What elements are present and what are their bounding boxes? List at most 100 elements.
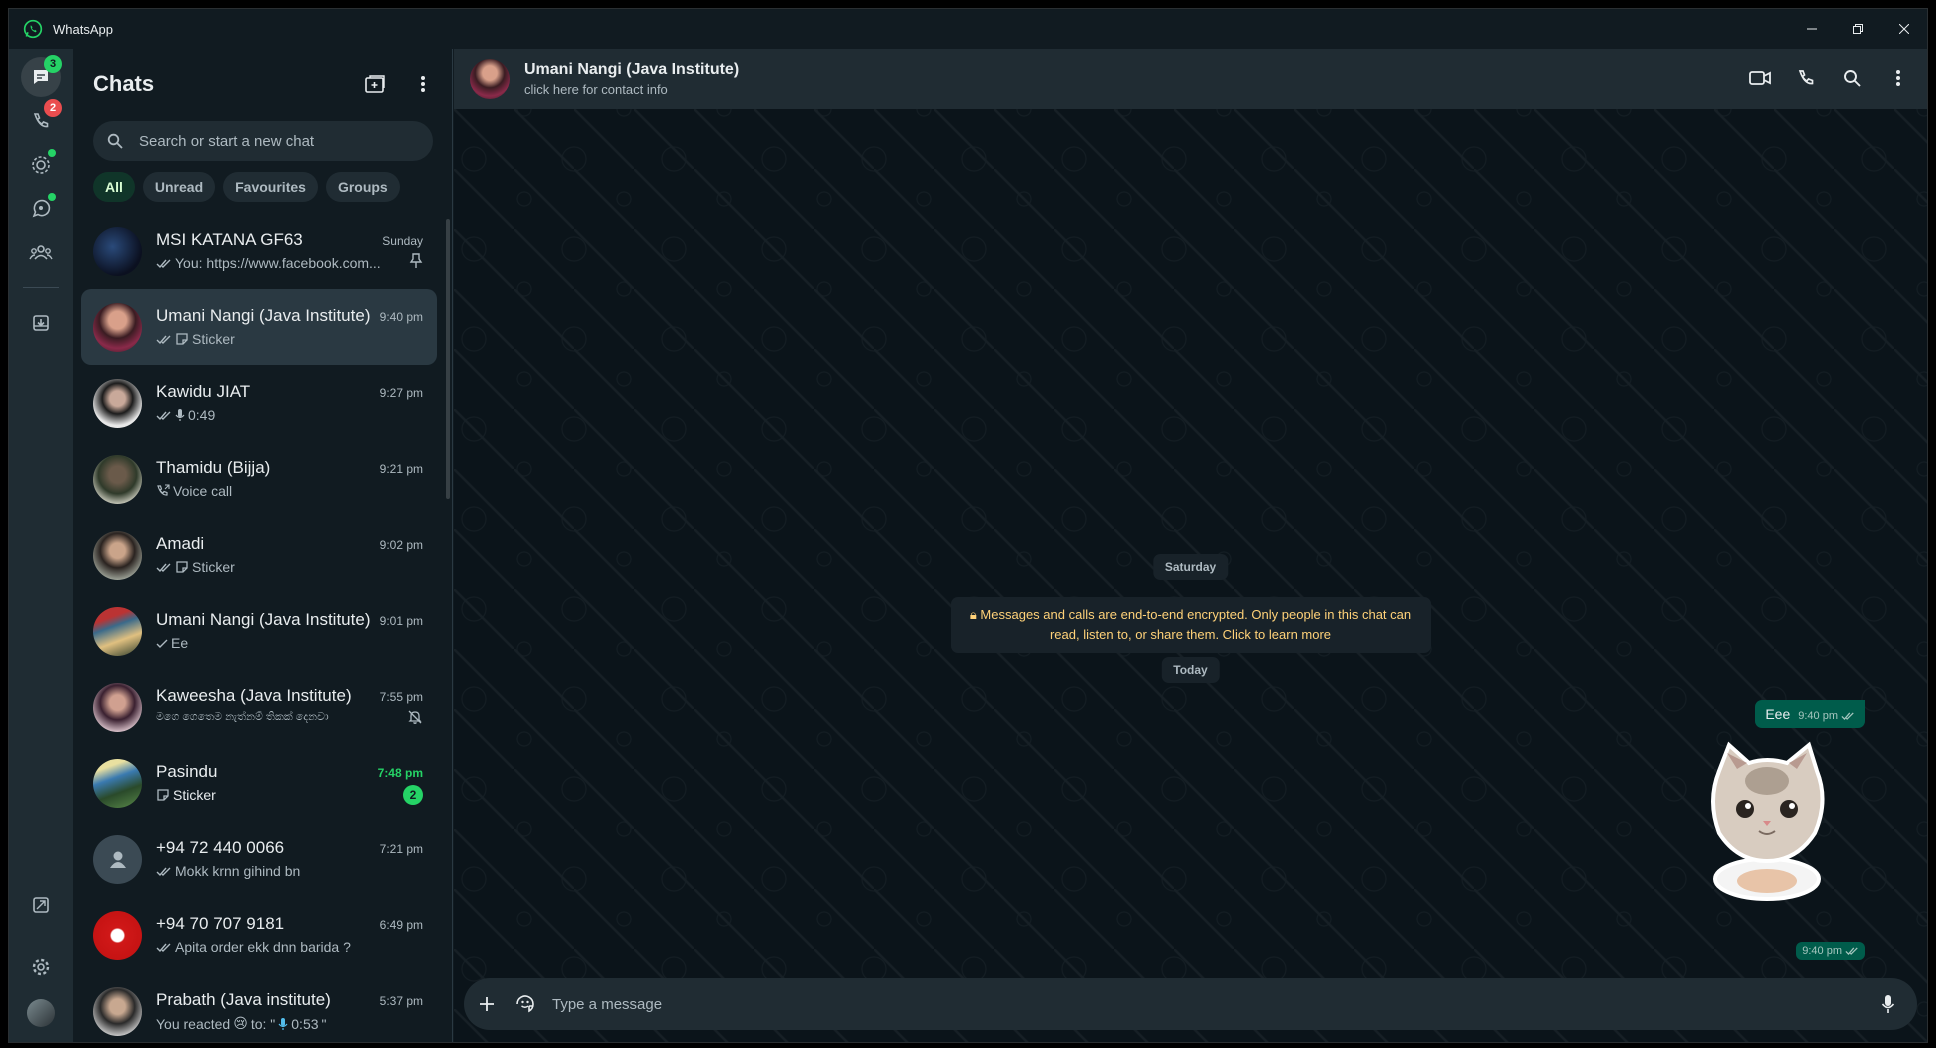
conversation-panel: Umani Nangi (Java Institute) click here …	[454, 49, 1927, 1042]
channels-dot	[48, 193, 56, 201]
cat-sticker-image[interactable]	[1697, 741, 1837, 901]
chat-preview-text: Voice call	[173, 483, 233, 499]
sticker-icon	[157, 789, 169, 801]
chat-name: Umani Nangi (Java Institute)	[156, 610, 371, 629]
outgoing-call-icon	[157, 484, 170, 496]
voice-call-button[interactable]	[1791, 63, 1821, 93]
chat-preview-text: Mokk krnn gihind bn	[175, 863, 301, 879]
chat-name: Prabath (Java institute)	[156, 990, 331, 1009]
chat-preview-text: You: https://www.facebook.com...	[175, 255, 381, 271]
minimize-button[interactable]	[1789, 9, 1835, 49]
double-tick-icon	[156, 259, 171, 268]
default-user-icon	[109, 851, 126, 868]
chat-name: +94 72 440 0066	[156, 838, 285, 857]
chats-badge: 3	[44, 55, 62, 73]
chat-row[interactable]: MSI KATANA GF63 Sunday You: https://www.…	[81, 213, 437, 289]
chat-name: Kaweesha (Java Institute)	[156, 686, 352, 705]
encryption-notice[interactable]: 🔒︎ Messages and calls are end-to-end enc…	[950, 597, 1431, 653]
rail-profile-button[interactable]	[21, 993, 61, 1033]
rail-archived-button[interactable]	[21, 303, 61, 343]
new-chat-button[interactable]	[360, 69, 390, 99]
message-input[interactable]	[552, 995, 1865, 1013]
filter-unread[interactable]: Unread	[142, 172, 216, 202]
chat-avatar	[93, 682, 142, 732]
rail-starred-button[interactable]	[21, 885, 61, 925]
sticker-timestamp: 9:40 pm	[1796, 942, 1865, 960]
chat-name: Thamidu (Bijja)	[156, 458, 271, 477]
navigation-rail: 3 2	[9, 49, 73, 1042]
filter-favourites[interactable]: Favourites	[223, 172, 318, 202]
communities-icon	[29, 245, 53, 260]
chat-name: Amadi	[156, 534, 205, 553]
search-messages-button[interactable]	[1837, 63, 1867, 93]
chat-avatar	[93, 910, 142, 960]
sticker-icon	[176, 561, 188, 573]
microphone-icon	[175, 409, 185, 421]
rail-chats-button[interactable]: 3	[21, 55, 62, 97]
double-tick-icon	[156, 943, 171, 952]
chat-time: 6:49 pm	[379, 918, 423, 932]
chat-row[interactable]: Prabath (Java institute) 5:37 pm You rea…	[81, 973, 437, 1042]
chat-time: 7:48 pm	[377, 766, 423, 780]
search-box	[93, 121, 433, 161]
video-call-button[interactable]	[1745, 63, 1775, 93]
chat-preview: මගෙ ගෙතෙම නැත්නම් තිකක් දෙනවා	[156, 711, 329, 724]
rail-status-button[interactable]	[21, 145, 61, 185]
rail-communities-button[interactable]	[21, 233, 61, 273]
muted-icon	[408, 710, 422, 724]
chat-row[interactable]: Umani Nangi (Java Institute) 9:40 pm Sti…	[81, 289, 437, 365]
rail-divider	[23, 287, 59, 288]
chat-row[interactable]: Umani Nangi (Java Institute) 9:01 pm Ee	[81, 593, 437, 669]
chat-row[interactable]: Amadi 9:02 pm Sticker	[81, 517, 437, 593]
chat-row[interactable]: Pasindu 7:48 pm Sticker 2	[81, 745, 437, 821]
filter-groups[interactable]: Groups	[325, 172, 400, 202]
rail-settings-button[interactable]	[21, 947, 61, 987]
chat-preview: Sticker	[156, 331, 235, 347]
conversation-header[interactable]: Umani Nangi (Java Institute) click here …	[454, 49, 1927, 109]
unread-count-badge: 2	[403, 785, 423, 805]
rail-channels-button[interactable]	[21, 189, 61, 229]
search-input[interactable]	[139, 132, 419, 150]
contact-info-hint: click here for contact info	[524, 82, 668, 97]
chat-name: +94 70 707 9181	[156, 914, 285, 933]
chat-list-scrollbar[interactable]	[446, 219, 450, 499]
outgoing-message[interactable]: Eee 9:40 pm	[1755, 700, 1865, 728]
close-window-button[interactable]	[1881, 9, 1927, 49]
chat-preview: Ee	[156, 635, 188, 651]
chat-preview-suffix: "	[321, 1015, 327, 1032]
chat-row[interactable]: +94 72 440 0066 7:21 pm Mokk krnn gihind…	[81, 821, 437, 897]
chat-row[interactable]: Kaweesha (Java Institute) 7:55 pm මගෙ ගෙ…	[81, 669, 437, 745]
profile-avatar	[27, 999, 55, 1027]
chat-row[interactable]: Kawidu JIAT 9:27 pm 0:49	[81, 365, 437, 441]
search-icon	[1844, 70, 1861, 87]
chat-preview: Sticker	[156, 787, 216, 803]
plus-icon	[480, 997, 494, 1011]
chat-preview-text: Ee	[171, 635, 189, 651]
double-tick-icon	[156, 563, 171, 572]
chat-row[interactable]: +94 70 707 9181 6:49 pm Apita order ekk …	[81, 897, 437, 973]
settings-icon	[32, 958, 50, 976]
chat-name: MSI KATANA GF63	[156, 230, 303, 249]
attach-button[interactable]	[472, 989, 502, 1019]
sticker-icon	[176, 333, 188, 345]
rail-calls-button[interactable]: 2	[21, 99, 62, 141]
emoji-sticker-button[interactable]	[510, 989, 540, 1019]
chat-row[interactable]: Thamidu (Bijja) 9:21 pm Voice call	[81, 441, 437, 517]
chat-preview-text: 0:49	[188, 407, 216, 423]
filter-all[interactable]: All	[93, 172, 135, 202]
chat-avatar	[93, 758, 142, 808]
chat-list-menu-button[interactable]	[408, 69, 438, 99]
voice-message-button[interactable]	[1873, 989, 1903, 1019]
chat-preview: You: https://www.facebook.com...	[156, 255, 381, 271]
filter-chips: All Unread Favourites Groups	[93, 172, 400, 202]
chat-preview: Voice call	[156, 483, 232, 499]
chat-time: 5:37 pm	[379, 994, 423, 1008]
message-composer	[464, 978, 1917, 1030]
chat-list-header: Chats	[73, 49, 452, 113]
microphone-icon	[278, 1017, 288, 1030]
chat-preview: Apita order ekk dnn barida ?	[156, 939, 351, 955]
maximize-button[interactable]	[1835, 9, 1881, 49]
conversation-menu-button[interactable]	[1883, 63, 1913, 93]
chat-name: Kawidu JIAT	[156, 382, 251, 401]
search-icon	[107, 132, 125, 150]
